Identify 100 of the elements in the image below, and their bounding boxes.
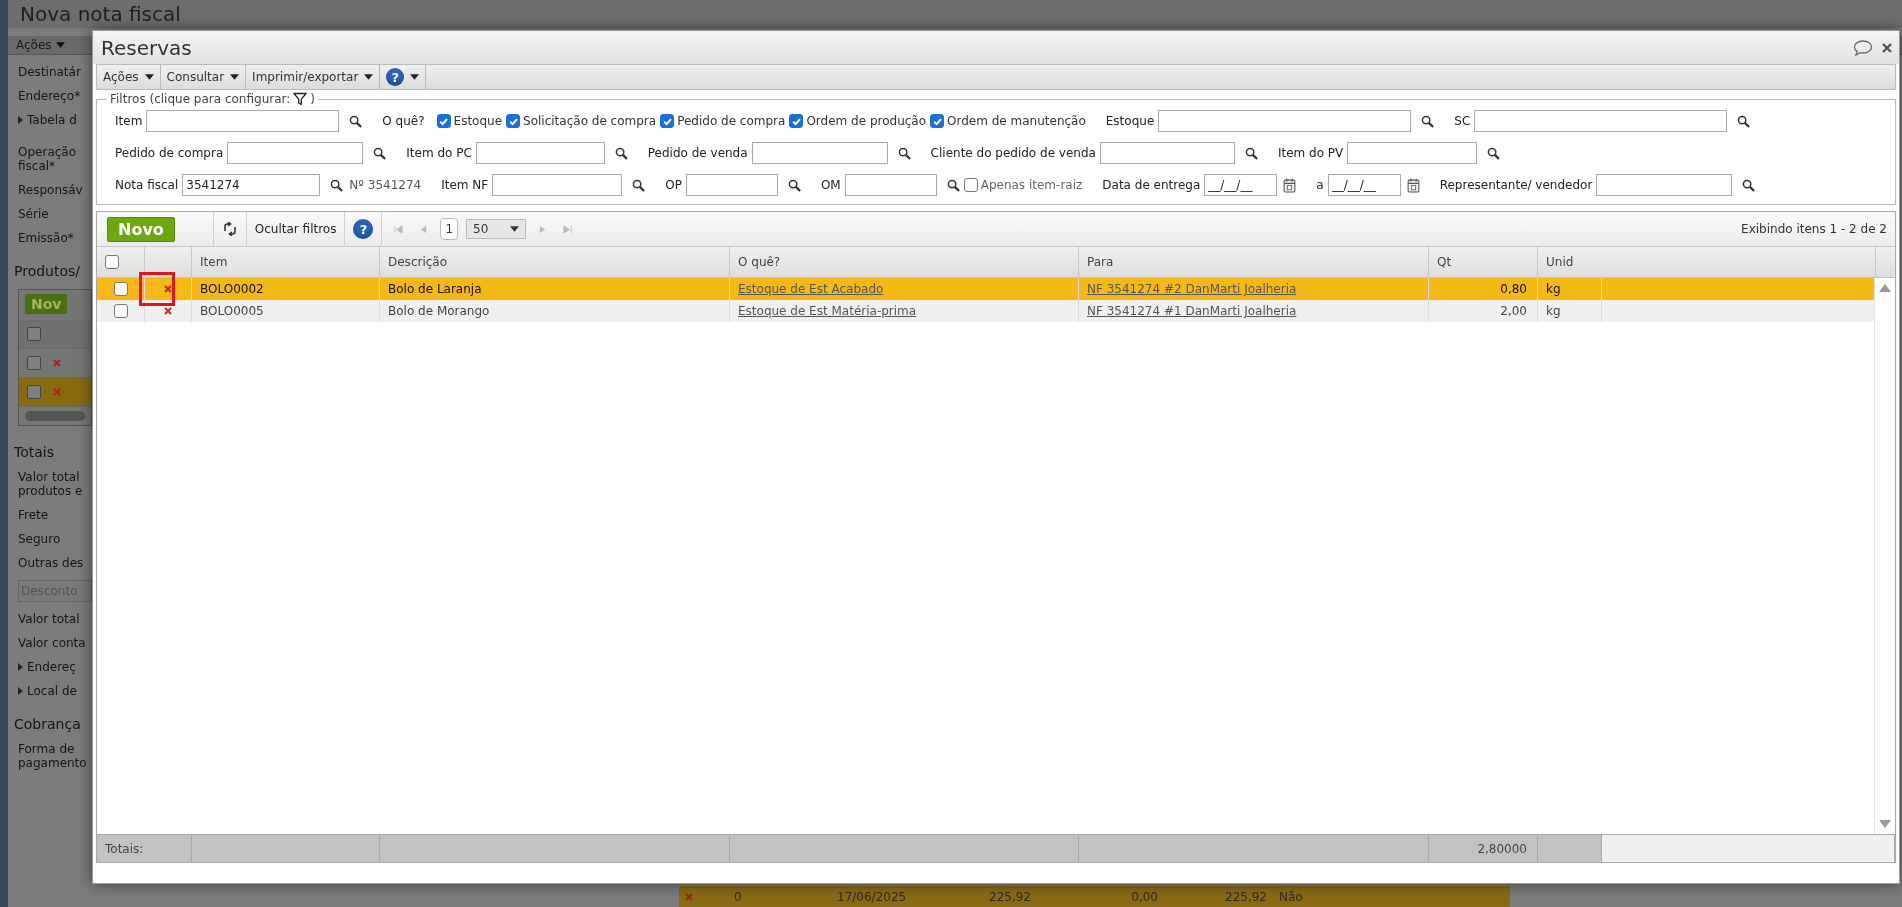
search-icon[interactable] (632, 178, 646, 192)
table-link[interactable]: Estoque de Est Acabado (738, 282, 884, 296)
search-icon[interactable] (349, 114, 363, 128)
checkbox[interactable] (506, 114, 521, 128)
scroll-up-icon[interactable] (1879, 284, 1891, 292)
text-field[interactable] (751, 142, 888, 164)
refresh-icon[interactable] (221, 222, 238, 236)
search-icon[interactable] (1742, 178, 1756, 192)
date-field[interactable]: __/__/__ (1204, 174, 1278, 196)
field-label: Emissão* (18, 231, 75, 245)
text-field[interactable] (1347, 142, 1478, 164)
search-icon[interactable] (1487, 146, 1501, 160)
text-field[interactable] (227, 142, 364, 164)
checkbox[interactable] (436, 114, 451, 128)
expand-icon[interactable] (18, 687, 23, 695)
close-icon[interactable] (1881, 41, 1893, 54)
column-header[interactable]: O quê? (730, 247, 1079, 277)
checkbox[interactable] (789, 114, 804, 128)
grid-row[interactable] (19, 378, 91, 407)
calendar-icon[interactable] (1283, 177, 1297, 193)
expand-icon[interactable] (18, 116, 23, 124)
help-icon[interactable]: ? (353, 219, 374, 239)
menu-button[interactable]: Imprimir/exportar (246, 65, 381, 89)
search-icon[interactable] (373, 146, 387, 160)
checkbox[interactable] (113, 304, 128, 318)
caret-icon (144, 74, 154, 80)
cross-icon[interactable] (164, 307, 172, 315)
checkbox[interactable] (27, 385, 41, 399)
checkbox-label[interactable]: Ordem de manutenção (947, 114, 1086, 128)
search-icon[interactable] (946, 178, 960, 192)
text-field[interactable] (475, 142, 605, 164)
column-header[interactable]: Descrição (380, 247, 730, 277)
field-label: Data de entrega (1102, 178, 1201, 192)
search-icon[interactable] (614, 146, 628, 160)
help-menu-button[interactable]: ? (380, 65, 427, 89)
text-field[interactable] (146, 110, 340, 132)
column-header[interactable]: Para (1079, 247, 1429, 277)
column-header[interactable]: Unid (1538, 247, 1876, 277)
expander-label[interactable]: Tabela d (27, 113, 77, 127)
text-field[interactable] (492, 174, 623, 196)
checkbox-label[interactable]: Solicitação de compra (523, 114, 657, 128)
checkbox-label[interactable]: Estoque (453, 114, 503, 128)
menu-button[interactable]: Ações (97, 65, 161, 89)
checkbox[interactable] (113, 282, 128, 296)
column-header[interactable]: Item (192, 247, 380, 277)
field-label: Destinatár (18, 65, 82, 79)
checkbox[interactable] (660, 114, 675, 128)
select-all-checkbox[interactable] (105, 255, 119, 269)
checkbox[interactable] (963, 178, 978, 192)
search-icon[interactable] (1244, 146, 1258, 160)
page-number-field[interactable]: 1 (440, 218, 459, 240)
expander-label[interactable]: Endereç (27, 660, 76, 674)
field-label: Item do PV (1277, 146, 1344, 160)
checkbox-label[interactable]: Ordem de produção (806, 114, 927, 128)
search-icon[interactable] (1421, 114, 1435, 128)
comment-icon[interactable] (1853, 39, 1873, 56)
field-label: Item NF (441, 178, 489, 192)
search-icon[interactable] (787, 178, 801, 192)
table-cell: 2,00 (1429, 300, 1538, 322)
table-row[interactable]: BOLO0002 Bolo de Laranja Estoque de Est Acabado NF 3541274 #2 DanMarti Joalheria 0,80 kg (97, 278, 1874, 300)
checkbox[interactable] (930, 114, 945, 128)
scrollbar[interactable] (25, 411, 85, 421)
text-field[interactable]: 3541274 (182, 174, 321, 196)
checkbox[interactable] (27, 327, 41, 341)
table-cell-text: 225,92 (1224, 889, 1268, 904)
table-cell-text: 0,00 (1130, 889, 1159, 904)
page-size-dropdown[interactable]: 50 (466, 219, 527, 239)
checkbox-label[interactable]: Pedido de compra (677, 114, 786, 128)
field-label: Representante/ vendedor (1439, 178, 1593, 192)
column-header[interactable]: Qt (1429, 247, 1538, 277)
caret-icon (510, 226, 520, 232)
text-field[interactable] (1158, 110, 1412, 132)
search-icon[interactable] (897, 146, 911, 160)
text-field[interactable] (685, 174, 778, 196)
filter-icon[interactable] (293, 92, 308, 106)
text-field[interactable] (1099, 142, 1235, 164)
text-field[interactable] (844, 174, 937, 196)
table-link[interactable]: NF 3541274 #1 DanMarti Joalheria (1087, 304, 1297, 318)
table-row[interactable]: BOLO0005 Bolo de Morango Estoque de Est Matéria-prima NF 3541274 #1 DanMarti Joalheria 2,00 kg (97, 300, 1874, 322)
date-field[interactable]: __/__/__ (1327, 174, 1401, 196)
scroll-down-icon[interactable] (1879, 820, 1891, 828)
search-icon[interactable] (330, 178, 344, 192)
expander-label[interactable]: Local de (27, 684, 77, 698)
table-link[interactable]: NF 3541274 #2 DanMarti Joalheria (1087, 282, 1297, 296)
field-label: Valor total (18, 612, 81, 626)
cross-icon[interactable] (164, 285, 172, 293)
table-link[interactable]: Estoque de Est Matéria-prima (738, 304, 917, 318)
hide-filters-button[interactable]: Ocultar filtros (254, 222, 337, 236)
search-icon[interactable] (1737, 114, 1751, 128)
table-cell: Bolo de Morango (380, 300, 730, 322)
field-label: Operação fiscal* (18, 145, 78, 173)
calendar-icon[interactable] (1406, 177, 1420, 193)
field-label: Outras des (18, 556, 85, 570)
text-field[interactable] (1596, 174, 1733, 196)
caret-icon (364, 74, 374, 80)
menu-button[interactable]: Consultar (160, 65, 247, 89)
expand-icon[interactable] (18, 663, 23, 671)
checkbox-label[interactable]: Apenas item-raiz (980, 178, 1083, 192)
text-field[interactable] (1474, 110, 1728, 132)
checkbox[interactable] (27, 356, 41, 370)
